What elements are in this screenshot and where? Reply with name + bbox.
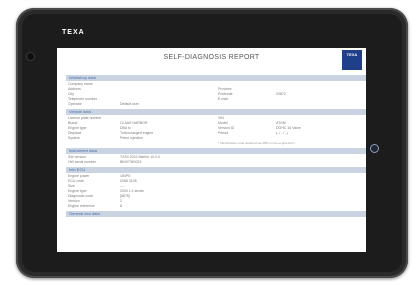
row-label: Operator bbox=[68, 102, 82, 106]
report-title: SELF-DIAGNOSIS REPORT bbox=[163, 54, 260, 61]
report-body: Workshop data Company name Address Province… bbox=[66, 75, 366, 220]
report-header: SELF-DIAGNOSIS REPORT TEXA bbox=[57, 48, 366, 72]
row-label: HW serial number bbox=[68, 160, 97, 164]
section-header: Vehicle data bbox=[66, 109, 366, 115]
section-note: * Identification code obtained via OBD o… bbox=[66, 141, 366, 146]
camera-icon bbox=[27, 53, 34, 60]
report-row: HW serial number BIN07350023 bbox=[66, 160, 366, 165]
section-header: Instrument data bbox=[66, 148, 366, 154]
row-label: Engine reference bbox=[68, 204, 95, 208]
row-value: Default user bbox=[120, 102, 139, 106]
row-value: BIN07350023 bbox=[120, 160, 142, 164]
texa-logo: TEXA bbox=[342, 50, 362, 70]
section-header: Info ECU bbox=[66, 167, 366, 173]
report-screen: SELF-DIAGNOSIS REPORT TEXA Workshop data… bbox=[57, 48, 366, 252]
device-brand-logo: TEXA bbox=[62, 29, 85, 36]
note-text: * Identification code obtained via OBD o… bbox=[218, 141, 295, 145]
section-header: Workshop data bbox=[66, 75, 366, 81]
row-value: 8 bbox=[120, 204, 122, 208]
section-header: General ecu data bbox=[66, 211, 366, 217]
home-button[interactable] bbox=[370, 144, 379, 153]
report-row: Engine reference 8 bbox=[66, 204, 366, 209]
report-row: Operator Default user bbox=[66, 102, 366, 107]
